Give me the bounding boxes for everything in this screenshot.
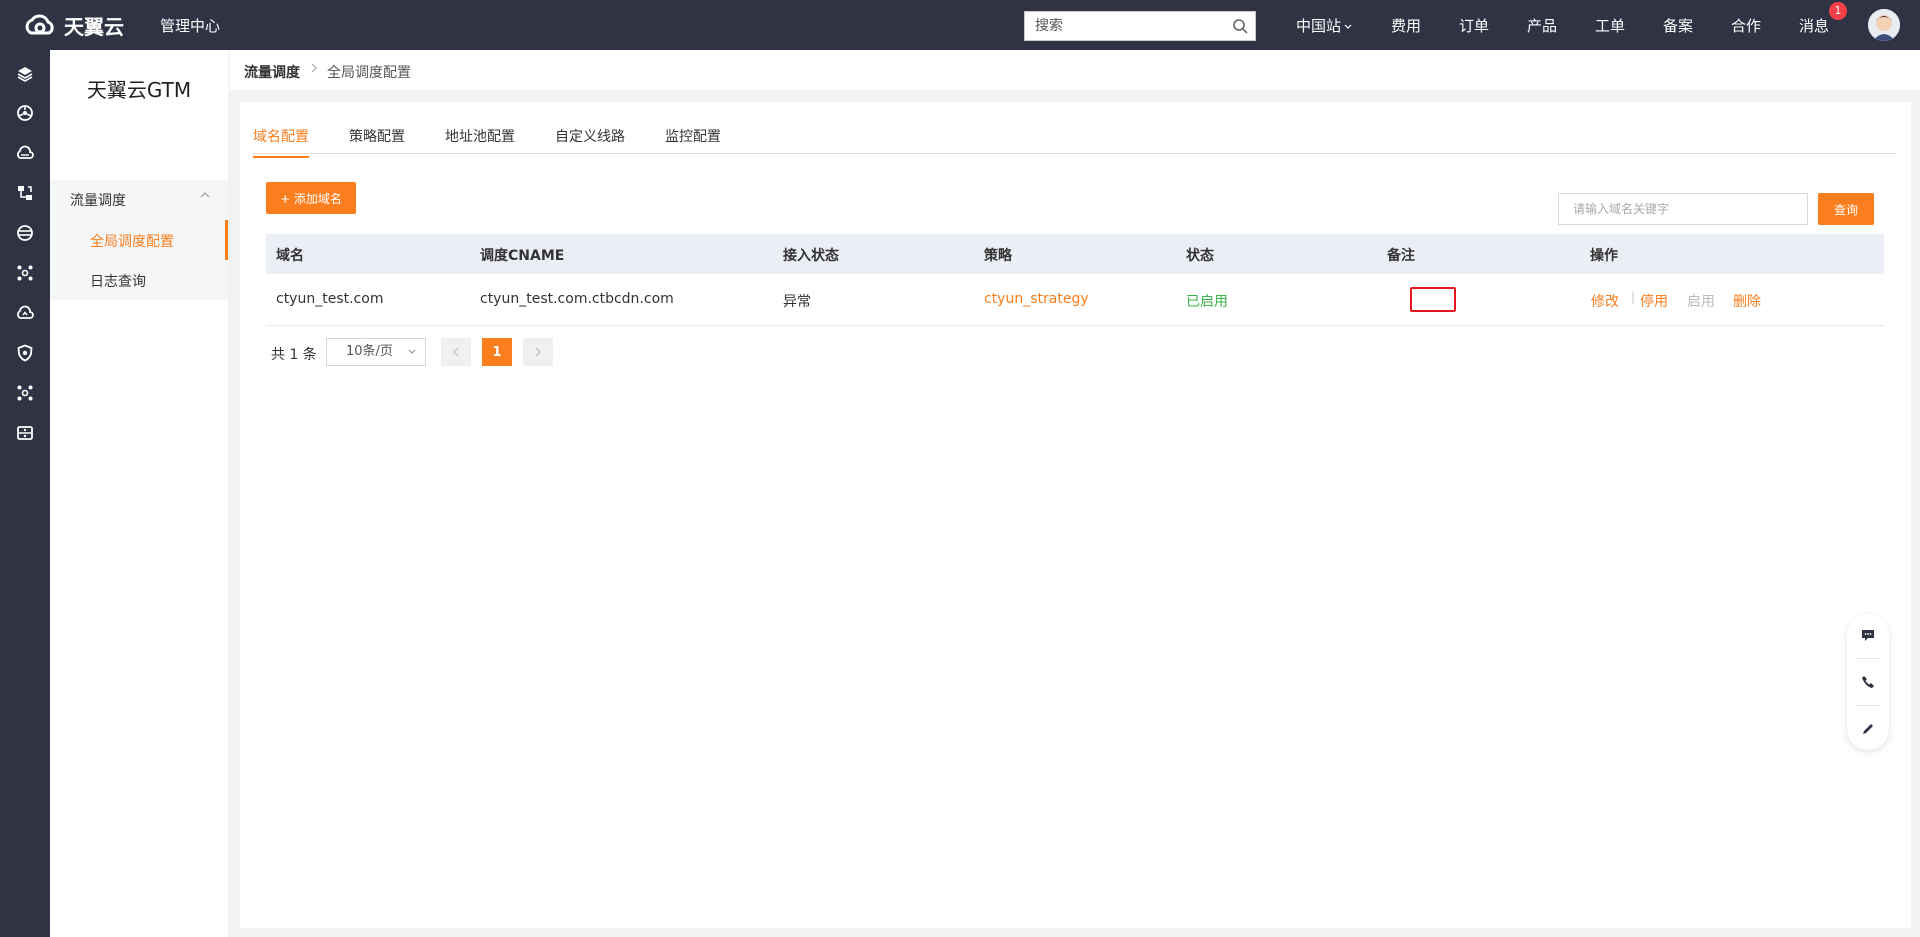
- float-divider: [1855, 705, 1881, 706]
- table-row: ctyun_test.com ctyun_test.com.ctbcdn.com…: [266, 274, 1884, 326]
- tab-domain-config[interactable]: 域名配置: [253, 126, 309, 158]
- message-badge: 1: [1829, 2, 1847, 20]
- enable-button[interactable]: 启用: [1687, 291, 1715, 311]
- edit-button[interactable]: 修改: [1591, 291, 1619, 311]
- delete-button[interactable]: 删除: [1733, 291, 1761, 311]
- cell-cname: ctyun_test.com.ctbcdn.com: [480, 291, 674, 307]
- nav-fees[interactable]: 费用: [1391, 15, 1421, 36]
- tab-monitor-config[interactable]: 监控配置: [665, 126, 721, 156]
- enable-button-highlight: [1410, 287, 1456, 312]
- breadcrumb: 流量调度 全局调度配置: [230, 50, 1920, 90]
- breadcrumb-current: 全局调度配置: [327, 65, 411, 81]
- page-size-select[interactable]: 10条/页: [326, 338, 426, 366]
- disable-button[interactable]: 停用: [1640, 291, 1668, 311]
- cloud-upload-icon[interactable]: [14, 302, 36, 324]
- col-domain: 域名: [276, 248, 304, 264]
- management-center-link[interactable]: 管理中心: [160, 15, 220, 36]
- prev-page-button[interactable]: [441, 338, 471, 366]
- cell-strategy-link[interactable]: ctyun_strategy: [984, 291, 1089, 307]
- sidebar: 天翼云GTM 流量调度 全局调度配置 日志查询: [50, 50, 228, 937]
- brand-logo[interactable]: 天翼云: [22, 10, 124, 40]
- main-content: 域名配置 策略配置 地址池配置 自定义线路 监控配置 + 添加域名 查询 域名 …: [240, 102, 1911, 928]
- tab-custom-line[interactable]: 自定义线路: [555, 126, 625, 156]
- op-divider: |: [1631, 290, 1636, 304]
- cell-access-status: 异常: [783, 294, 811, 310]
- chevron-right-icon: [310, 62, 318, 78]
- nav-products[interactable]: 产品: [1527, 15, 1557, 36]
- chevron-down-icon: [1344, 24, 1352, 29]
- chevron-up-icon: [200, 192, 210, 198]
- sidebar-group-traffic[interactable]: 流量调度: [50, 180, 228, 220]
- col-cname: 调度CNAME: [480, 248, 565, 264]
- layers-icon[interactable]: [14, 63, 36, 85]
- chevron-right-icon: [535, 347, 541, 357]
- nav-partner[interactable]: 合作: [1731, 15, 1761, 36]
- nav-orders[interactable]: 订单: [1459, 15, 1489, 36]
- col-remark: 备注: [1387, 248, 1415, 264]
- nav-tickets[interactable]: 工单: [1595, 15, 1625, 36]
- user-avatar[interactable]: [1868, 9, 1900, 41]
- floating-toolbar: [1847, 614, 1889, 750]
- next-page-button[interactable]: [523, 338, 553, 366]
- nav-china-site[interactable]: 中国站: [1296, 15, 1353, 36]
- sidebar-group-label: 流量调度: [70, 193, 126, 209]
- globe-icon[interactable]: [14, 102, 36, 124]
- sidebar-item-log-query[interactable]: 日志查询: [50, 260, 228, 300]
- query-button[interactable]: 查询: [1818, 193, 1874, 225]
- sidebar-item-label: 全局调度配置: [90, 234, 174, 250]
- nav-china-site-label: 中国站: [1296, 17, 1342, 35]
- domain-keyword-input[interactable]: [1558, 193, 1808, 225]
- col-actions: 操作: [1590, 248, 1618, 264]
- config-tabs: 域名配置 策略配置 地址池配置 自定义线路 监控配置: [253, 102, 1896, 158]
- add-domain-button[interactable]: + 添加域名: [266, 182, 356, 214]
- cloud-icon[interactable]: [14, 142, 36, 164]
- total-count: 共 1 条: [271, 347, 317, 363]
- cluster-icon[interactable]: [14, 382, 36, 404]
- cell-status: 已启用: [1186, 294, 1228, 310]
- table-header: 域名 调度CNAME 接入状态 策略 状态 备注 操作: [266, 234, 1884, 274]
- page-number-current[interactable]: 1: [482, 338, 512, 366]
- global-search: [1024, 11, 1256, 41]
- tab-strategy-config[interactable]: 策略配置: [349, 126, 405, 156]
- col-access-status: 接入状态: [783, 248, 839, 264]
- search-icon[interactable]: [1225, 12, 1255, 40]
- nav-filing[interactable]: 备案: [1663, 15, 1693, 36]
- col-strategy: 策略: [984, 248, 1012, 264]
- chevron-down-icon: [408, 349, 416, 354]
- database-icon[interactable]: [14, 222, 36, 244]
- cell-domain: ctyun_test.com: [276, 291, 384, 307]
- sidebar-title: 天翼云GTM: [86, 78, 192, 102]
- phone-icon[interactable]: [1858, 672, 1878, 692]
- sidebar-item-global-config[interactable]: 全局调度配置: [50, 220, 228, 260]
- sidebar-item-label: 日志查询: [90, 274, 146, 290]
- shield-icon[interactable]: [14, 342, 36, 364]
- product-icon-rail: [0, 50, 50, 937]
- pencil-icon[interactable]: [1858, 719, 1878, 739]
- network-icon[interactable]: [14, 182, 36, 204]
- breadcrumb-parent[interactable]: 流量调度: [244, 62, 300, 82]
- cloud-logo-icon: [25, 14, 54, 35]
- top-bar: 天翼云 管理中心 中国站 费用 订单 产品 工单 备案 合作 消息 1: [0, 0, 1920, 50]
- storage-icon[interactable]: [14, 422, 36, 444]
- col-status: 状态: [1186, 248, 1214, 264]
- brand-name: 天翼云: [64, 14, 124, 39]
- hub-icon[interactable]: [14, 262, 36, 284]
- chevron-left-icon: [453, 347, 459, 357]
- float-divider: [1855, 658, 1881, 659]
- page-size-value: 10条/页: [346, 344, 393, 359]
- global-search-input[interactable]: [1025, 12, 1225, 40]
- chat-icon[interactable]: [1858, 625, 1878, 645]
- nav-messages[interactable]: 消息: [1799, 15, 1829, 36]
- page-scrollbar[interactable]: [1911, 90, 1920, 937]
- tab-address-pool-config[interactable]: 地址池配置: [445, 126, 515, 156]
